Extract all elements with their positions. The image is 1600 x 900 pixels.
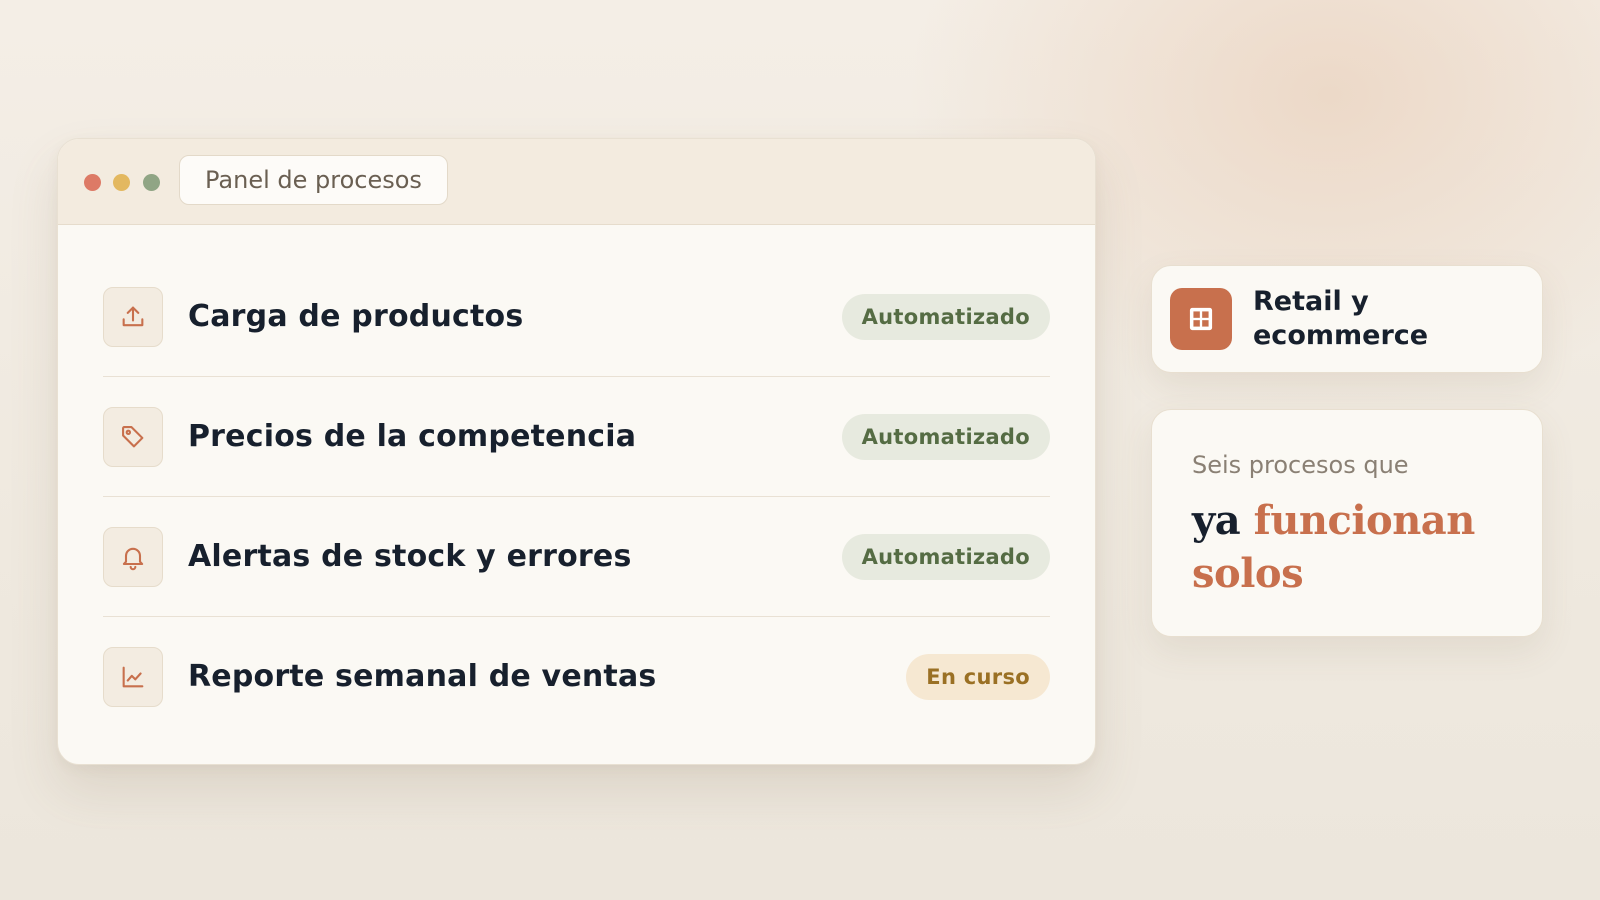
headline-text: ya funcionan solos xyxy=(1192,494,1512,600)
minimize-window-button[interactable] xyxy=(113,174,130,191)
process-row[interactable]: Precios de la competencia Automatizado xyxy=(103,377,1050,497)
process-list: Carga de productos Automatizado Precios … xyxy=(103,257,1050,736)
status-badge: En curso xyxy=(906,653,1050,700)
headline-eyebrow: Seis procesos que xyxy=(1192,451,1409,479)
window-title: Panel de procesos xyxy=(205,166,422,194)
industry-card: Retail y ecommerce xyxy=(1151,265,1543,373)
grid-icon xyxy=(1170,288,1232,350)
upload-icon xyxy=(103,286,163,347)
process-label: Reporte semanal de ventas xyxy=(188,659,657,694)
window-titlebar: Panel de procesos xyxy=(58,139,1095,225)
process-row[interactable]: Alertas de stock y errores Automatizado xyxy=(103,497,1050,617)
process-row[interactable]: Carga de productos Automatizado xyxy=(103,257,1050,377)
process-label: Carga de productos xyxy=(188,299,524,334)
process-label: Alertas de stock y errores xyxy=(188,539,632,574)
headline-card: Seis procesos que ya funcionan solos xyxy=(1151,409,1543,637)
industry-label: Retail y ecommerce xyxy=(1253,286,1429,351)
status-badge: Automatizado xyxy=(841,413,1050,460)
line-chart-icon xyxy=(103,646,163,707)
status-badge: Automatizado xyxy=(841,293,1050,340)
process-label: Precios de la competencia xyxy=(188,419,637,454)
bell-icon xyxy=(103,526,163,587)
close-window-button[interactable] xyxy=(84,174,101,191)
maximize-window-button[interactable] xyxy=(143,174,160,191)
tag-icon xyxy=(103,406,163,467)
window-title-tab[interactable]: Panel de procesos xyxy=(179,155,448,205)
status-badge: Automatizado xyxy=(841,533,1050,580)
process-panel-window: Panel de procesos Carga de productos Aut… xyxy=(57,138,1096,765)
process-row[interactable]: Reporte semanal de ventas En curso xyxy=(103,617,1050,736)
headline-lead: ya xyxy=(1192,497,1241,544)
